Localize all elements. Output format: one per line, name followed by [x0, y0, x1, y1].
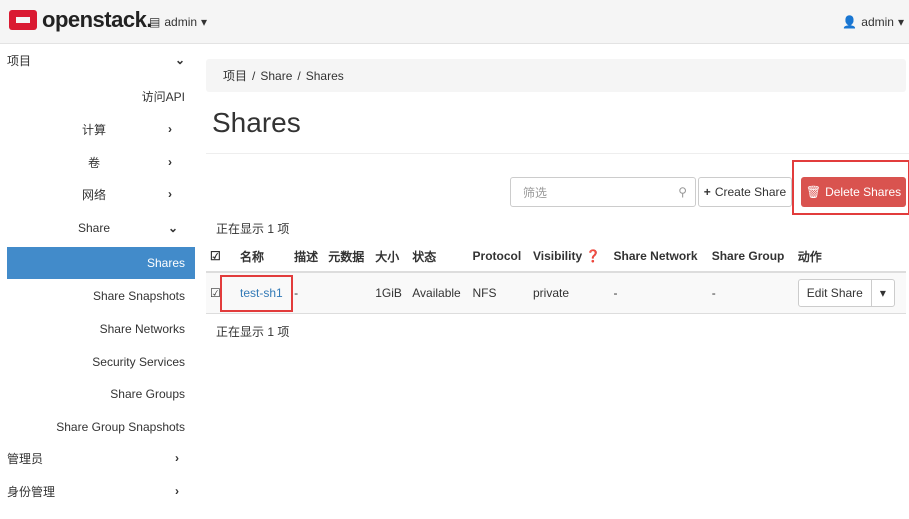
sidebar-item-shares[interactable]: Shares: [7, 247, 195, 279]
share-network: -: [609, 272, 708, 314]
sidebar-item-label: Share Networks: [99, 322, 185, 336]
column-header-size[interactable]: 大小: [371, 241, 409, 273]
sidebar-item-label: Security Services: [92, 355, 185, 369]
select-all-checkbox[interactable]: ☑: [206, 241, 236, 273]
column-header-protocol[interactable]: Protocol: [468, 241, 529, 273]
sidebar-item-volumes[interactable]: 卷 ›: [88, 146, 195, 178]
delete-button-highlight: [792, 160, 909, 215]
chevron-right-icon: ›: [175, 484, 179, 498]
sidebar-item-identity[interactable]: 身份管理 ›: [7, 475, 195, 507]
sidebar-item-network[interactable]: 网络 ›: [82, 178, 195, 210]
search-icon[interactable]: ⚲: [678, 185, 687, 199]
chevron-down-icon: ⌄: [175, 53, 186, 67]
breadcrumb-item-share[interactable]: Share: [260, 69, 292, 83]
edit-share-button[interactable]: Edit Share: [799, 280, 871, 306]
column-header-actions: 动作: [793, 241, 906, 273]
table-row: ☑ test-sh1 - 1GiB Available NFS private …: [206, 272, 906, 314]
sidebar-item-label: 卷: [88, 155, 101, 170]
column-header-metadata[interactable]: 元数据: [324, 241, 372, 273]
share-metadata: [324, 272, 372, 314]
column-header-share-group[interactable]: Share Group: [707, 241, 794, 273]
sidebar-item-label: Share: [78, 221, 111, 235]
sidebar-item-share-networks[interactable]: Share Networks: [0, 313, 185, 345]
breadcrumb-item-project[interactable]: 项目: [223, 67, 247, 84]
openstack-logo-icon: [9, 10, 37, 30]
row-highlight: [220, 275, 293, 312]
sidebar-item-label: 身份管理: [7, 484, 56, 499]
sidebar-item-project[interactable]: 项目 ⌄: [7, 44, 195, 76]
chevron-down-icon: ⌄: [168, 221, 179, 235]
column-header-status[interactable]: 状态: [408, 241, 469, 273]
chevron-right-icon: ›: [175, 451, 179, 465]
breadcrumb-item-shares: Shares: [305, 68, 344, 83]
items-count-bottom: 正在显示 1 项: [216, 325, 290, 339]
sidebar-item-share-snapshots[interactable]: Share Snapshots: [0, 280, 185, 312]
sidebar-item-label: Share Group Snapshots: [56, 420, 185, 434]
column-header-visibility[interactable]: Visibility ❓: [528, 241, 610, 273]
project-dropdown-label: admin: [164, 15, 198, 29]
top-navbar: openstack. ▤ admin ▾ 👤 admin ▾: [0, 0, 909, 44]
sidebar-item-label: Share Groups: [110, 387, 185, 401]
sidebar: 项目 ⌄ 访问API 计算 › 卷 › 网络 › Share ⌄ Shares …: [0, 44, 195, 519]
sidebar-item-label: 管理员: [7, 451, 44, 466]
openstack-logo[interactable]: openstack.: [9, 7, 152, 32]
create-share-button[interactable]: + Create Share: [698, 177, 792, 207]
edit-share-button-group: Edit Share ▾: [797, 279, 895, 307]
caret-down-icon: ▾: [201, 15, 208, 29]
column-header-share-network[interactable]: Share Network: [609, 241, 708, 273]
sidebar-item-security-services[interactable]: Security Services: [0, 346, 185, 378]
row-actions: Edit Share ▾: [793, 272, 906, 314]
actions-dropdown-toggle[interactable]: ▾: [870, 280, 894, 306]
share-status: Available: [408, 272, 469, 314]
sidebar-item-share[interactable]: Share ⌄: [78, 212, 195, 244]
sidebar-item-label: 计算: [82, 122, 107, 137]
sidebar-item-access-api[interactable]: 访问API: [0, 80, 185, 112]
sidebar-item-share-group-snapshots[interactable]: Share Group Snapshots: [0, 411, 185, 443]
share-visibility: private: [528, 272, 610, 314]
share-protocol: NFS: [468, 272, 529, 314]
visibility-header-label: Visibility: [532, 249, 583, 263]
sidebar-item-label: 网络: [82, 187, 107, 202]
filter-placeholder: 筛选: [523, 185, 548, 200]
sidebar-item-label: 访问API: [141, 89, 185, 104]
column-header-name[interactable]: 名称: [236, 241, 291, 273]
sidebar-item-label: Share Snapshots: [92, 289, 185, 303]
breadcrumb-separator: /: [297, 68, 301, 83]
project-list-icon: ▤: [149, 15, 161, 29]
sidebar-item-label: 项目: [7, 53, 32, 68]
user-dropdown[interactable]: 👤 admin ▾: [842, 15, 904, 29]
chevron-right-icon: ›: [168, 155, 172, 169]
chevron-right-icon: ›: [168, 122, 172, 136]
share-group: -: [707, 272, 794, 314]
items-count-top: 正在显示 1 项: [216, 222, 290, 236]
table-header-row: ☑ 名称 描述 元数据 大小 状态 Protocol Visibility ❓ …: [206, 241, 906, 273]
breadcrumb: 项目 / Share / Shares: [206, 59, 906, 92]
filter-input[interactable]: 筛选 ⚲: [510, 177, 696, 207]
sidebar-item-label: Shares: [146, 256, 185, 270]
sidebar-item-share-groups[interactable]: Share Groups: [0, 378, 185, 410]
user-dropdown-label: admin: [861, 15, 894, 29]
page-title: Shares: [212, 107, 301, 138]
share-size: 1GiB: [371, 272, 409, 314]
user-icon: 👤: [842, 15, 858, 29]
divider: [206, 153, 909, 154]
shares-table: ☑ 名称 描述 元数据 大小 状态 Protocol Visibility ❓ …: [206, 241, 906, 314]
breadcrumb-separator: /: [252, 68, 256, 83]
chevron-right-icon: ›: [168, 187, 172, 201]
sidebar-item-admin[interactable]: 管理员 ›: [7, 442, 195, 474]
caret-down-icon: ▾: [897, 15, 904, 29]
logo-text: openstack: [42, 7, 147, 32]
project-dropdown[interactable]: ▤ admin ▾: [149, 15, 207, 29]
create-share-label: Create Share: [714, 185, 787, 199]
plus-icon: +: [703, 185, 711, 199]
share-description: -: [290, 272, 325, 314]
checkbox-checked-icon: ☑: [210, 249, 221, 263]
question-circle-icon[interactable]: ❓: [585, 249, 600, 263]
sidebar-item-compute[interactable]: 计算 ›: [82, 113, 195, 145]
column-header-description[interactable]: 描述: [290, 241, 325, 273]
